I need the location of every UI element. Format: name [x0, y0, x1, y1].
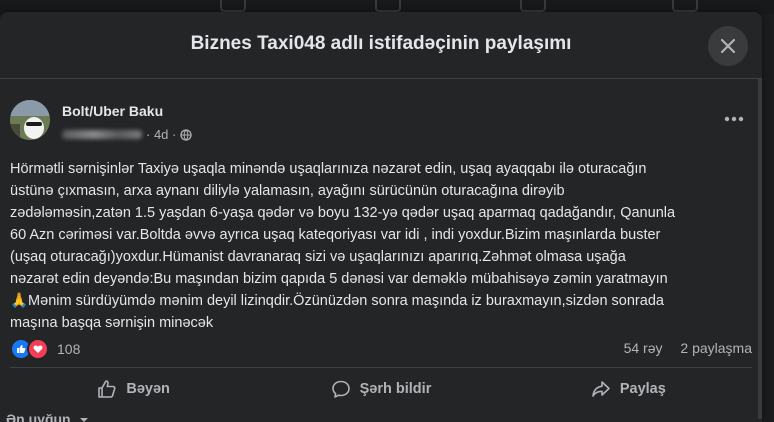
comment-button[interactable]: Şərh bildir	[257, 369, 504, 409]
divider	[10, 367, 752, 368]
comment-label: Şərh bildir	[359, 381, 432, 397]
comments-count[interactable]: 54 rəy	[624, 340, 663, 356]
chevron-down-icon	[79, 418, 88, 422]
reaction-count: 108	[57, 341, 81, 357]
sort-label: Ən uyğun	[6, 411, 71, 422]
love-reaction-icon	[27, 338, 49, 360]
meta-dot: ·	[168, 127, 180, 142]
scrollbar[interactable]	[758, 79, 762, 419]
comments-sort-dropdown[interactable]: Ən uyğun	[6, 411, 89, 422]
like-label: Bəyən	[126, 381, 170, 397]
share-button[interactable]: Paylaş	[505, 369, 752, 409]
more-options-button[interactable]	[718, 107, 750, 131]
post-stats: 54 rəy 2 paylaşma	[610, 340, 752, 356]
author-avatar[interactable]	[10, 100, 50, 140]
share-label: Paylaş	[619, 381, 666, 397]
dialog-title: Biznes Taxi048 adlı istifadəçinin paylaş…	[190, 33, 572, 54]
blurred-name	[62, 130, 142, 139]
author-name[interactable]: Bolt/Uber Baku	[62, 103, 163, 119]
post-actions: Bəyən Şərh bildir Paylaş	[10, 369, 752, 409]
more-icon	[724, 116, 744, 122]
globe-icon	[180, 128, 192, 141]
post: Bolt/Uber Baku · 4d · Hörmətli sərnişinl…	[0, 79, 756, 422]
post-text: Hörmətli sərnişinlər Taxiyə uşaqla minən…	[10, 161, 676, 331]
post-time[interactable]: 4d	[154, 127, 168, 142]
shares-count[interactable]: 2 paylaşma	[680, 340, 752, 356]
post-meta: · 4d ·	[62, 127, 192, 142]
post-dialog: Biznes Taxi048 adlı istifadəçinin paylaş…	[0, 12, 762, 422]
reactions-summary[interactable]: 108	[10, 338, 80, 360]
like-button[interactable]: Bəyən	[10, 369, 257, 409]
comment-icon	[331, 380, 350, 398]
close-button[interactable]	[708, 26, 748, 66]
meta-dot: ·	[146, 127, 154, 142]
share-icon	[592, 381, 610, 397]
close-icon	[720, 38, 736, 54]
like-icon	[98, 380, 116, 398]
dialog-header: Biznes Taxi048 adlı istifadəçinin paylaş…	[0, 12, 762, 79]
